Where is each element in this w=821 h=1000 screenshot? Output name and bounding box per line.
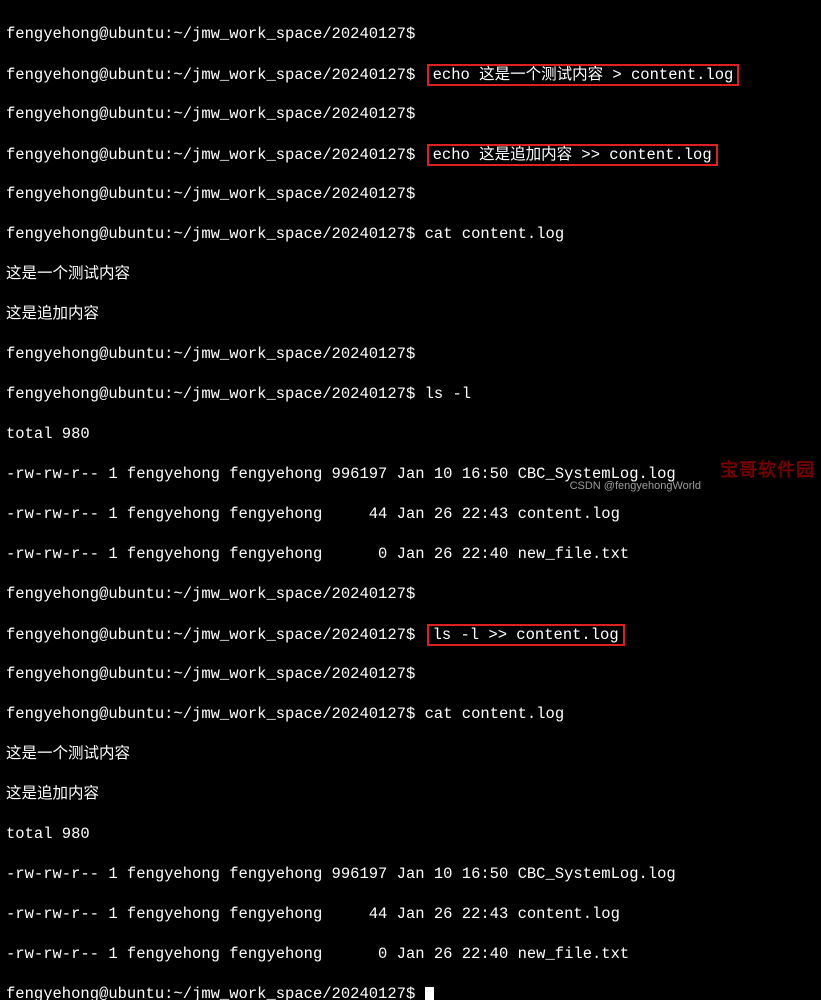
command-text: cat content.log [425, 705, 565, 723]
prompt: fengyehong@ubuntu:~/jmw_work_space/20240… [6, 985, 415, 1000]
cursor[interactable] [425, 987, 434, 1000]
command-text: cat content.log [425, 225, 565, 243]
output-line: 这是一个测试内容 [6, 264, 815, 284]
command-text: ls -l [425, 385, 472, 403]
command-text: ls -l >> content.log [433, 626, 619, 644]
prompt: fengyehong@ubuntu:~/jmw_work_space/20240… [6, 585, 415, 603]
command-text: echo 这是追加内容 >> content.log [433, 146, 712, 164]
output-line: total 980 [6, 424, 815, 444]
highlighted-command: ls -l >> content.log [427, 624, 625, 646]
output-line: -rw-rw-r-- 1 fengyehong fengyehong 99619… [6, 864, 815, 884]
output-line: 这是追加内容 [6, 304, 815, 324]
prompt: fengyehong@ubuntu:~/jmw_work_space/20240… [6, 345, 415, 363]
prompt: fengyehong@ubuntu:~/jmw_work_space/20240… [6, 225, 415, 243]
watermark-csdn: CSDN @fengyehongWorld [570, 476, 701, 496]
output-line: 这是一个测试内容 [6, 744, 815, 764]
prompt: fengyehong@ubuntu:~/jmw_work_space/20240… [6, 146, 415, 164]
prompt: fengyehong@ubuntu:~/jmw_work_space/20240… [6, 665, 415, 683]
watermark-logo: 宝哥软件园 [720, 460, 815, 480]
highlighted-command: echo 这是追加内容 >> content.log [427, 144, 718, 166]
output-line: -rw-rw-r-- 1 fengyehong fengyehong 44 Ja… [6, 904, 815, 924]
prompt: fengyehong@ubuntu:~/jmw_work_space/20240… [6, 185, 415, 203]
prompt: fengyehong@ubuntu:~/jmw_work_space/20240… [6, 105, 415, 123]
terminal[interactable]: fengyehong@ubuntu:~/jmw_work_space/20240… [0, 0, 821, 1000]
highlighted-command: echo 这是一个测试内容 > content.log [427, 64, 740, 86]
prompt: fengyehong@ubuntu:~/jmw_work_space/20240… [6, 705, 415, 723]
prompt: fengyehong@ubuntu:~/jmw_work_space/20240… [6, 385, 415, 403]
output-line: -rw-rw-r-- 1 fengyehong fengyehong 44 Ja… [6, 504, 815, 524]
prompt: fengyehong@ubuntu:~/jmw_work_space/20240… [6, 66, 415, 84]
output-line: -rw-rw-r-- 1 fengyehong fengyehong 0 Jan… [6, 544, 815, 564]
output-line: -rw-rw-r-- 1 fengyehong fengyehong 0 Jan… [6, 944, 815, 964]
prompt: fengyehong@ubuntu:~/jmw_work_space/20240… [6, 25, 415, 43]
prompt: fengyehong@ubuntu:~/jmw_work_space/20240… [6, 626, 415, 644]
command-text: echo 这是一个测试内容 > content.log [433, 66, 734, 84]
output-line: 这是追加内容 [6, 784, 815, 804]
output-line: total 980 [6, 824, 815, 844]
